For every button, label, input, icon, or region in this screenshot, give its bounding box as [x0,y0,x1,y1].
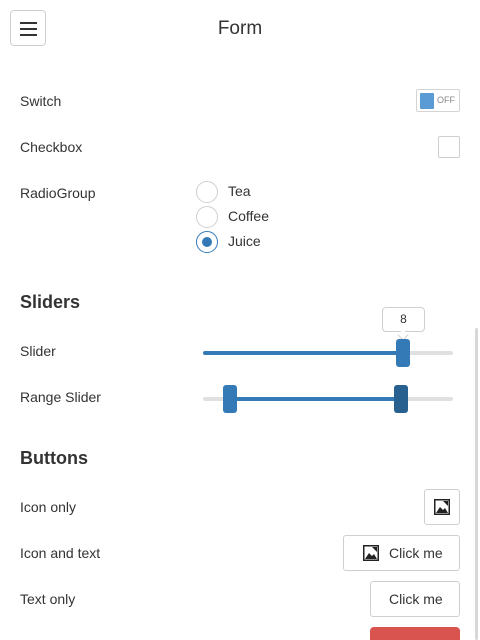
switch-label: Switch [20,93,62,109]
checkbox[interactable] [438,136,460,158]
radio-tea[interactable] [196,181,218,203]
radio-juice-label[interactable]: Juice [228,233,261,249]
range-slider-label: Range Slider [20,389,101,405]
icon-and-text-label: Icon and text [20,545,101,561]
page-title: Form [217,18,263,39]
radio-coffee[interactable] [196,206,218,228]
scrollbar[interactable] [475,328,478,640]
slider-thumb[interactable] [396,339,410,367]
radio-selected-dot [202,237,212,247]
range-slider-min-thumb[interactable] [223,385,237,413]
image-icon [363,545,379,561]
text-only-button-label: Click me [389,591,443,607]
icon-only-label: Icon only [20,499,77,515]
switch-state-text: OFF [437,95,455,105]
icon-and-text-button[interactable]: Click me [343,535,460,571]
range-slider-max-thumb[interactable] [394,385,408,413]
text-only-label: Text only [20,591,76,607]
buttons-section-title: Buttons [20,448,88,468]
icon-only-button[interactable] [424,489,460,525]
icon-and-text-button-label: Click me [389,545,443,561]
app-header: Form [0,0,480,58]
text-only-button[interactable]: Click me [370,581,460,617]
radio-coffee-label[interactable]: Coffee [228,208,269,224]
switch-knob [420,93,434,109]
radio-juice[interactable] [196,231,218,253]
radio-tea-label[interactable]: Tea [228,183,251,199]
range-slider-fill [230,397,401,401]
slider-fill [203,351,403,355]
checkbox-label: Checkbox [20,139,83,155]
slider-label: Slider [20,343,56,359]
image-icon [434,499,450,515]
switch-toggle[interactable]: OFF [416,89,460,112]
sliders-section-title: Sliders [20,292,81,312]
slider-value-tooltip: 8 [382,307,425,341]
radiogroup-label: RadioGroup [20,185,96,201]
danger-button[interactable] [370,627,460,640]
slider-value: 8 [400,312,407,326]
